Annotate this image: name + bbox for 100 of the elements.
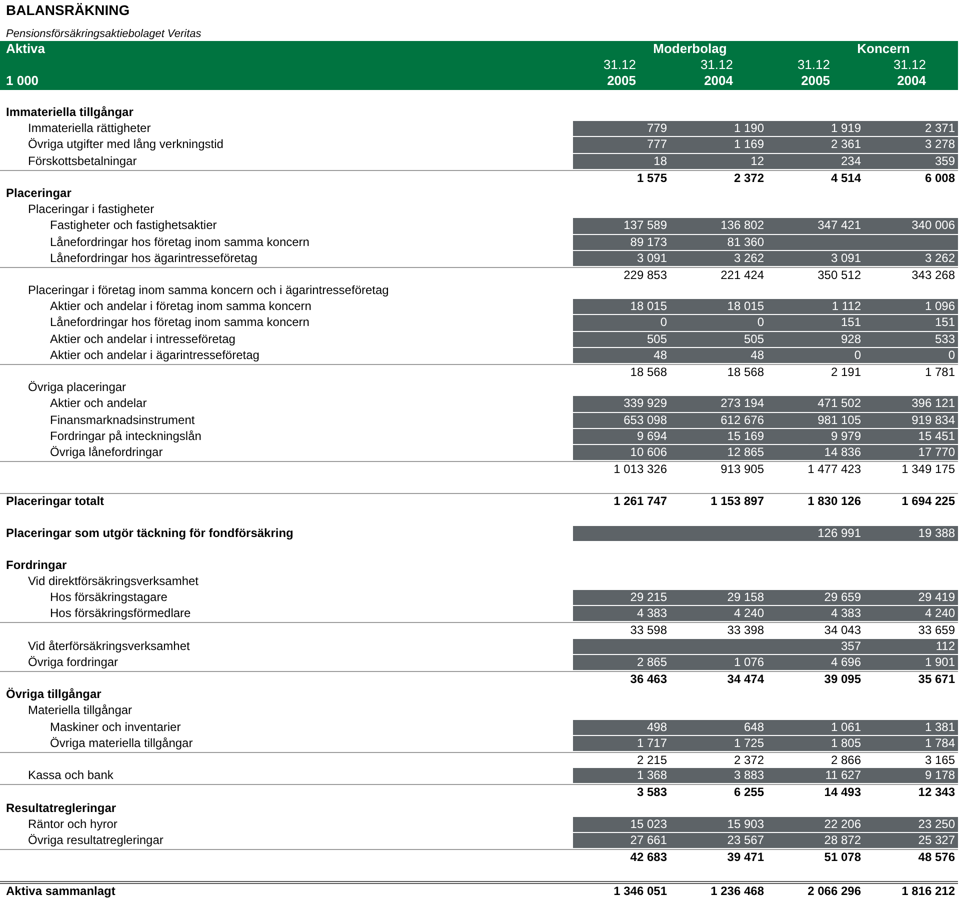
table-cell: 29 158: [727, 590, 764, 604]
row-label: Övriga resultatregleringar: [27, 832, 164, 848]
table-cell: 1 781: [924, 365, 955, 379]
row-label: Maskiner och inventarier: [49, 720, 181, 735]
table-cell: 4 514: [830, 170, 861, 185]
table-cell: 221 424: [720, 268, 764, 282]
row-label: Aktier och andelar i ägarintresseföretag: [49, 348, 260, 363]
row-label: Övriga utgifter med lång verkningstid: [27, 137, 224, 152]
row-label: Övriga materiella tillgångar: [49, 736, 193, 751]
table-cell: 48: [750, 348, 764, 362]
table-cell: 347 421: [818, 218, 861, 232]
table-cell: 151: [934, 315, 955, 330]
table-cell: 0: [854, 348, 861, 362]
table-cell: 350 512: [818, 268, 861, 282]
table-cell: 648: [744, 720, 764, 734]
table-cell: 612 676: [720, 412, 764, 427]
table-cell: 126 991: [818, 526, 861, 540]
table-cell: 18 015: [630, 299, 667, 314]
table-cell: 4 240: [734, 606, 764, 620]
table-cell: 18: [654, 154, 667, 168]
row-label: Immateriella rättigheter: [27, 121, 151, 136]
table-cell: 359: [934, 154, 955, 168]
table-cell: 229 853: [624, 268, 667, 282]
table-cell: 1 694 225: [902, 494, 955, 508]
table-cell: 39 471: [727, 850, 764, 864]
row-label: Aktiva sammanlagt: [6, 884, 116, 898]
table-cell: 2 361: [830, 137, 861, 152]
table-cell: 18 568: [727, 365, 764, 379]
table-cell: 14 836: [824, 444, 861, 459]
row-label: Placeringar: [6, 186, 72, 201]
table-cell: 498: [646, 720, 667, 734]
table-cell: 15 023: [630, 816, 667, 831]
row-label: Placeringar i fastigheter: [27, 202, 154, 218]
table-cell: 1 349 175: [902, 462, 955, 476]
table-cell: 2 371: [924, 121, 955, 136]
column-year: 2004: [703, 73, 734, 89]
table-cell: 533: [934, 332, 955, 346]
table-cell: 42 683: [630, 850, 667, 864]
table-cell: 3 091: [636, 250, 667, 265]
table-cell: 3 262: [734, 250, 764, 265]
table-cell: 48: [654, 348, 667, 362]
table-cell: 1 816 212: [902, 884, 955, 898]
table-cell: 33 398: [727, 623, 764, 638]
table-cell: 112: [936, 638, 955, 653]
column-year: 2005: [606, 73, 637, 89]
table-cell: 919 834: [912, 412, 955, 427]
table-cell: 34 474: [727, 672, 764, 686]
table-cell: 1 725: [734, 736, 764, 750]
column-year: 2005: [800, 73, 831, 89]
table-cell: 1 112: [832, 299, 861, 314]
table-cell: 15 903: [727, 816, 764, 831]
table-cell: 29 419: [918, 590, 955, 604]
row-label: Fordringar: [6, 558, 67, 573]
table-cell: 137 589: [624, 218, 667, 232]
table-cell: 17 770: [918, 444, 955, 459]
header-title: Aktiva: [6, 41, 46, 57]
table-cell: 2 372: [734, 170, 764, 185]
table-cell: 36 463: [630, 672, 667, 686]
report-title: BALANSRÄKNING: [5, 2, 131, 20]
table-cell: 14 493: [824, 785, 861, 800]
table-cell: 1 784: [924, 736, 955, 750]
table-cell: 23 250: [918, 816, 955, 831]
table-cell: 22 206: [824, 816, 861, 831]
table-cell: 29 215: [630, 590, 667, 604]
table-cell: 339 929: [624, 396, 667, 410]
table-cell: 1 061: [830, 720, 861, 734]
table-cell: 9 694: [636, 428, 667, 443]
table-cell: 777: [646, 137, 667, 152]
column-date: 31.12: [602, 57, 637, 73]
row-label: Immateriella tillgångar: [6, 105, 134, 120]
table-cell: 33 598: [630, 623, 667, 638]
table-cell: 1 013 326: [614, 462, 667, 476]
table-cell: 27 661: [630, 832, 667, 847]
table-cell: 4 383: [830, 606, 861, 620]
table-cell: 1 190: [734, 121, 764, 136]
table-cell: 2 865: [636, 654, 667, 669]
table-cell: 3 165: [924, 752, 955, 767]
table-cell: 1 575: [636, 170, 667, 185]
table-cell: 0: [757, 315, 764, 330]
table-cell: 1 830 126: [808, 494, 861, 508]
table-cell: 12 865: [727, 444, 764, 459]
table-cell: 33 659: [918, 623, 955, 638]
table-cell: 136 802: [720, 218, 764, 232]
table-cell: 12 343: [918, 785, 955, 800]
table-cell: 1 076: [734, 654, 764, 669]
unit-label: 1 000: [6, 73, 40, 89]
row-label: Kassa och bank: [27, 768, 114, 784]
table-cell: 1 901: [924, 654, 955, 669]
row-label: Lånefordringar hos företag inom samma koncern: [49, 234, 310, 250]
table-cell: 1 919: [830, 121, 861, 136]
table-cell: 0: [948, 348, 955, 362]
column-date: 31.12: [796, 57, 831, 73]
table-cell: 9 979: [830, 428, 861, 443]
table-cell: 471 502: [818, 396, 861, 410]
table-cell: 1 096: [924, 299, 955, 314]
table-cell: 343 268: [912, 268, 955, 282]
row-label: Hos försäkringstagare: [49, 590, 168, 606]
table-cell: 19 388: [918, 526, 955, 540]
table-cell: 29 659: [824, 590, 861, 604]
row-label: Fastigheter och fastighetsaktier: [49, 218, 217, 234]
